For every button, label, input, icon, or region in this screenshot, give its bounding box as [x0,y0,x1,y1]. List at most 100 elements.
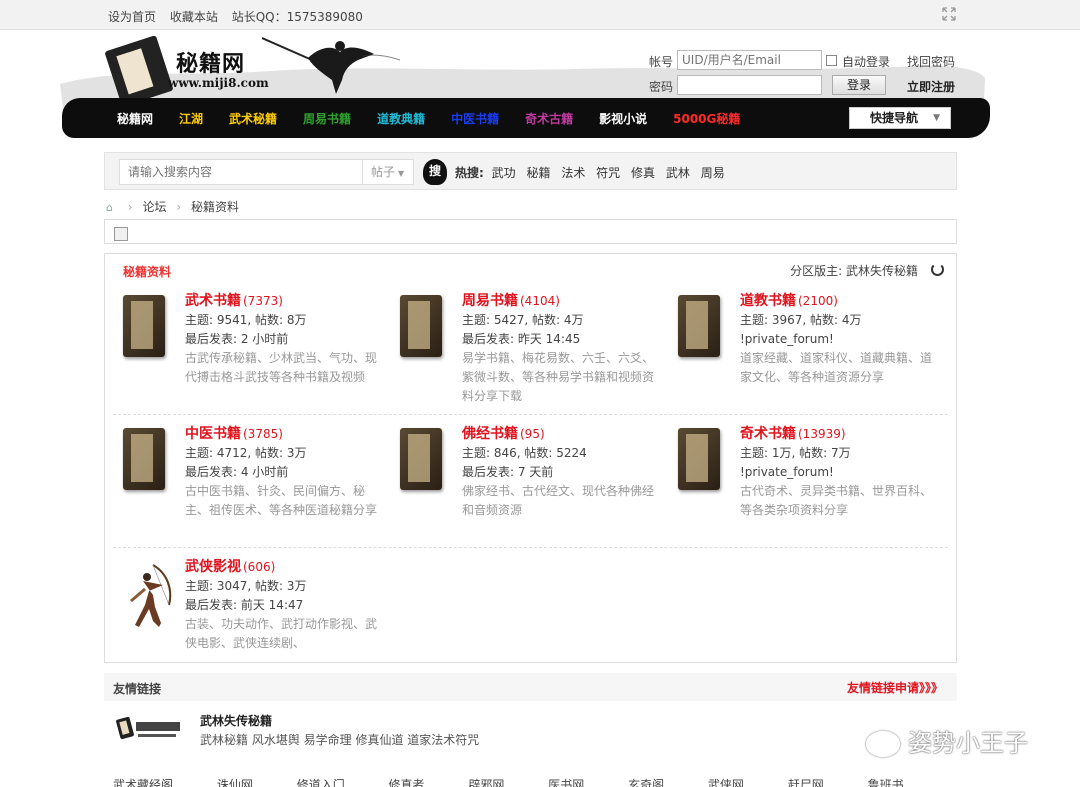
forum-icon-taoism[interactable] [678,295,720,357]
forum-item: 周易书籍 (4104) 主题: 5427, 帖数: 4万 最后发表: 昨天 14:… [400,291,670,411]
password-label: 密码 [649,80,674,94]
forum-today-count: (4104) [520,294,560,308]
forum-icon-martial-arts[interactable] [123,295,165,357]
wechat-icon [866,731,900,757]
bottom-link[interactable]: 鲁班书 [868,776,904,787]
nav-item[interactable]: 道教典籍 [377,110,425,127]
section-title[interactable]: 秘籍资料 [123,263,171,280]
forum-name[interactable]: 中医书籍 (3785) [185,424,381,444]
find-password-link[interactable]: 找回密码 [907,53,955,70]
chevron-down-icon: ▼ [398,169,405,178]
breadcrumb-current[interactable]: 秘籍资料 [191,200,239,214]
nav-item[interactable]: 江湖 [179,110,203,127]
search-type-select[interactable]: 帖子 ▼ [362,159,414,185]
search-input[interactable] [119,159,363,185]
section-moderator[interactable]: 分区版主: 武林失传秘籍 [790,262,918,279]
forum-item: 中医书籍 (3785) 主题: 4712, 帖数: 3万 最后发表: 4 小时前 … [123,424,393,544]
quick-nav-dropdown[interactable]: 快捷导航 ▼ [849,107,951,129]
search-bar: 帖子▼ 搜 热搜: 武功 秘籍 法术 符咒 修真 武林 周易 [104,152,957,190]
forum-name[interactable]: 武侠影视 (606) [185,557,381,577]
chevron-down-icon: ▼ [933,113,940,123]
forum-name[interactable]: 道教书籍 (2100) [740,291,936,311]
hot-keyword[interactable]: 武林 [666,166,690,180]
forum-last-post[interactable]: 最后发表: 7 天前 [462,463,658,482]
forum-icon-occult[interactable] [678,428,720,490]
password-input[interactable] [677,75,822,95]
nav-item[interactable]: 武术秘籍 [229,110,277,127]
auto-login-checkbox[interactable] [826,55,837,66]
hot-keyword[interactable]: 法术 [561,166,585,180]
quick-nav-label: 快捷导航 [870,111,919,125]
nav-item[interactable]: 奇术古籍 [525,110,573,127]
bottom-link[interactable]: 武术藏经阁 [113,776,173,787]
hot-keyword[interactable]: 武功 [492,166,516,180]
breadcrumb-forum[interactable]: 论坛 [142,200,166,214]
forum-item: 奇术书籍 (13939) 主题: 1万, 帖数: 7万 !private_foru… [678,424,948,544]
bottom-link[interactable]: 赶尸网 [788,776,824,787]
bottom-links: 武术藏经阁 诛仙网 修道入门 修真者 辟邪网 医书网 玄奇阁 武侠网 赶尸网 鲁… [113,776,944,787]
forum-last-post[interactable]: 最后发表: 前天 14:47 [185,596,381,615]
forum-today-count: (3785) [243,427,283,441]
forum-description: 古代奇术、灵异类书籍、世界百科、等各类杂项资料分享 [740,484,933,517]
forum-icon-medicine[interactable] [123,428,165,490]
forum-last-post[interactable]: 最后发表: 2 小时前 [185,330,381,349]
forum-name[interactable]: 奇术书籍 (13939) [740,424,936,444]
friend-links-title: 友情链接 [113,682,162,696]
bottom-link[interactable]: 医书网 [548,776,584,787]
swordsman-silhouette-icon [262,37,401,94]
register-link[interactable]: 立即注册 [907,78,955,95]
forum-today-count: (606) [243,560,276,574]
forum-stats: 主题: 846, 帖数: 5224 [462,446,587,460]
nav-item[interactable]: 秘籍网 [117,110,153,127]
forum-stats: 主题: 3967, 帖数: 4万 [740,313,862,327]
row-divider [113,414,948,415]
forum-stats: 主题: 1万, 帖数: 7万 [740,446,851,460]
bottom-link[interactable]: 辟邪网 [468,776,504,787]
forum-item: 武侠影视 (606) 主题: 3047, 帖数: 3万 最后发表: 前天 14:4… [123,557,393,677]
forum-icon-zhouyi[interactable] [400,295,442,357]
account-input[interactable] [677,50,822,70]
auto-login-label[interactable]: 自动登录 [842,53,890,70]
forum-description: 古武传承秘籍、少林武当、气功、现代搏击格斗武技等各种书籍及视频 [185,351,378,384]
forum-today-count: (7373) [243,294,283,308]
bottom-link[interactable]: 修道入门 [297,776,345,787]
watermark: 姿势小王子 [866,723,1028,758]
bottom-link[interactable]: 玄奇阁 [628,776,664,787]
friend-link-apply[interactable]: 友情链接申请》》》 [847,679,943,696]
login-button[interactable]: 登录 [832,75,886,95]
nav-item[interactable]: 影视小说 [599,110,647,127]
ad-banner[interactable] [104,219,957,244]
forum-stats: 主题: 9541, 帖数: 8万 [185,313,307,327]
forum-item: 武术书籍 (7373) 主题: 9541, 帖数: 8万 最后发表: 2 小时前 … [123,291,393,411]
nav-item[interactable]: 5000G秘籍 [673,110,740,127]
search-button[interactable]: 搜 [423,159,447,185]
forum-name[interactable]: 佛经书籍 (95) [462,424,658,444]
hot-keyword[interactable]: 周易 [701,166,725,180]
bottom-link[interactable]: 修真者 [389,776,425,787]
logo-url: www.miji8.com [168,76,269,90]
forum-name[interactable]: 周易书籍 (4104) [462,291,658,311]
forum-last-post[interactable]: 最后发表: 4 小时前 [185,463,381,482]
forum-description: 古中医书籍、针灸、民间偏方、秘主、祖传医术、等各种医道秘籍分享 [185,484,378,517]
friend-links-header: 友情链接 友情链接申请》》》 [104,673,957,701]
hot-keyword[interactable]: 秘籍 [526,166,550,180]
broken-image-icon [114,227,128,241]
friend-site-name[interactable]: 武林失传秘籍 [200,712,272,729]
bottom-link[interactable]: 诛仙网 [217,776,253,787]
archer-icon[interactable] [123,561,179,633]
nav-item[interactable]: 周易书籍 [303,110,351,127]
forum-last-post[interactable]: 最后发表: 昨天 14:45 [462,330,658,349]
nav-item[interactable]: 中医书籍 [451,110,499,127]
hot-searches: 热搜: 武功 秘籍 法术 符咒 修真 武林 周易 [455,164,732,181]
home-icon[interactable]: ⌂ [106,201,118,214]
collapse-toggle-icon[interactable] [931,263,944,276]
friend-site-logo[interactable] [116,714,184,742]
hot-keyword[interactable]: 修真 [631,166,655,180]
forum-name[interactable]: 武术书籍 (7373) [185,291,381,311]
forum-stats: 主题: 5427, 帖数: 4万 [462,313,584,327]
forum-icon-buddhism[interactable] [400,428,442,490]
bottom-link[interactable]: 武侠网 [708,776,744,787]
logo-title[interactable]: 秘籍网 [176,46,245,78]
forum-section: 秘籍资料 分区版主: 武林失传秘籍 武术书籍 (7373) 主题: 9541, 帖… [104,253,957,663]
hot-keyword[interactable]: 符咒 [596,166,620,180]
